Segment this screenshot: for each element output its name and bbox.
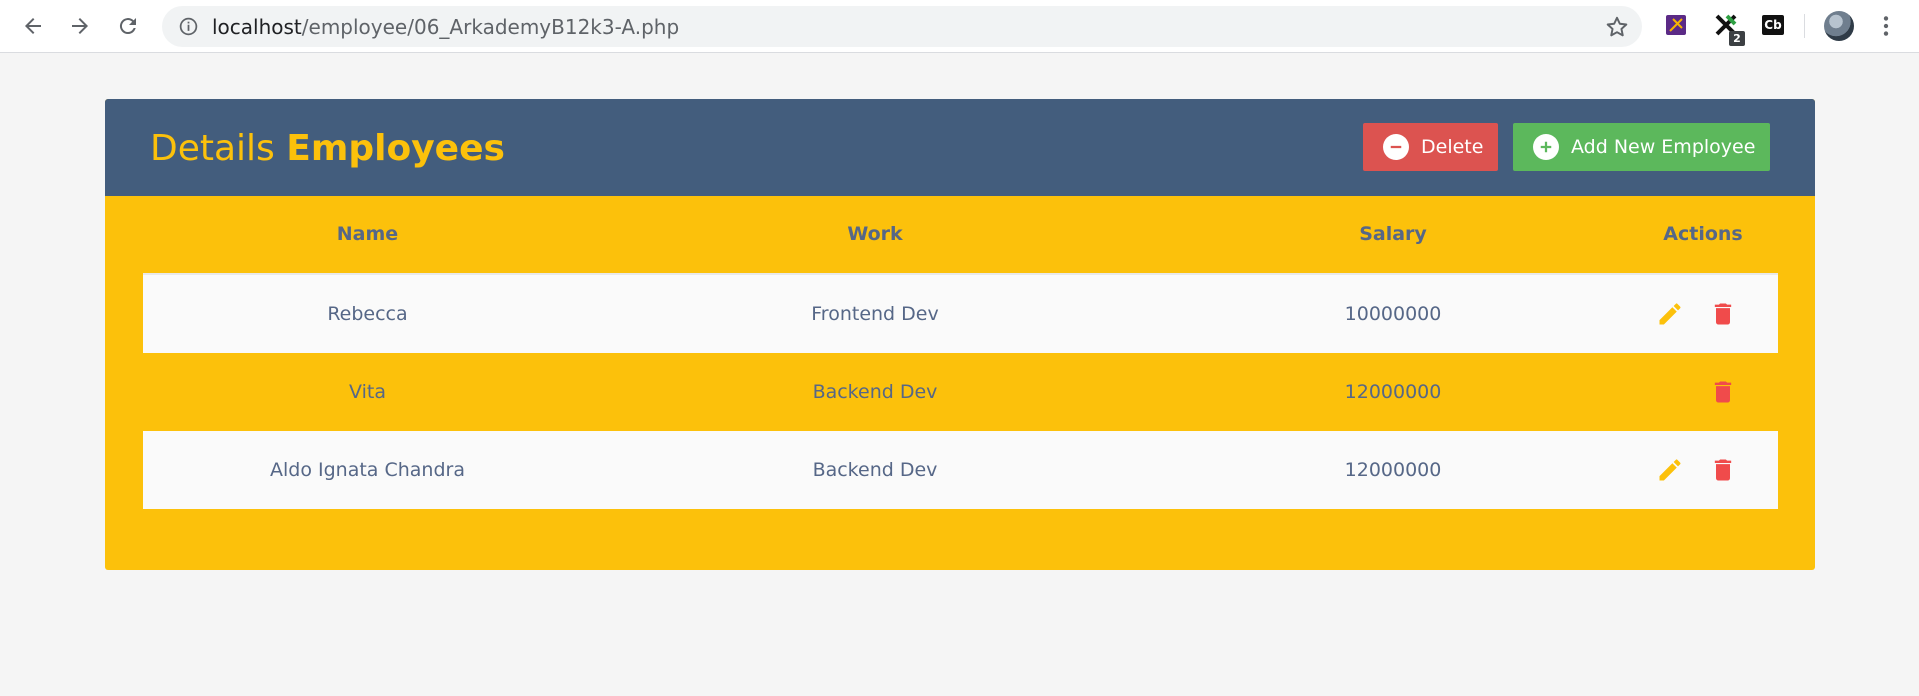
kebab-menu-icon[interactable] — [1873, 12, 1899, 40]
cell-work: Backend Dev — [812, 381, 938, 403]
column-header-name[interactable]: Name — [143, 196, 592, 273]
cell-work: Frontend Dev — [811, 303, 939, 325]
forward-icon[interactable] — [63, 9, 97, 43]
url-host: localhost — [212, 15, 302, 39]
profile-avatar[interactable] — [1824, 11, 1854, 41]
extension-badge: 2 — [1729, 31, 1745, 46]
star-icon[interactable] — [1604, 14, 1630, 40]
column-header-actions: Actions — [1663, 223, 1743, 245]
table-row: Vita Backend Dev 12000000 — [143, 353, 1778, 431]
address-bar[interactable]: localhost/employee/06_ArkademyB12k3-A.ph… — [162, 6, 1642, 47]
pencil-icon[interactable] — [1655, 455, 1685, 485]
url-path: /employee/06_ArkademyB12k3-A.php — [301, 15, 680, 39]
extension-puzzle-icon[interactable] — [1663, 12, 1689, 38]
cell-name: Aldo Ignata Chandra — [270, 459, 465, 481]
extension-x-icon[interactable]: 2 — [1713, 12, 1745, 46]
delete-button-label: Delete — [1421, 136, 1484, 158]
url-text[interactable]: localhost/employee/06_ArkademyB12k3-A.ph… — [212, 16, 679, 38]
page-title: Details Employees — [150, 127, 505, 171]
delete-button[interactable]: Delete — [1363, 123, 1498, 171]
browser-toolbar: localhost/employee/06_ArkademyB12k3-A.ph… — [0, 0, 1919, 53]
cell-salary: 10000000 — [1344, 303, 1442, 325]
table-row: Aldo Ignata Chandra Backend Dev 12000000 — [143, 431, 1778, 509]
cell-salary: 12000000 — [1344, 459, 1442, 481]
trash-icon[interactable] — [1708, 299, 1738, 329]
plus-circle-icon — [1533, 134, 1559, 160]
table-header: Name Work Salary Actions — [143, 196, 1778, 273]
title-light: Details — [150, 128, 275, 169]
extension-cb-icon[interactable]: Cb — [1762, 15, 1784, 35]
pencil-icon[interactable] — [1655, 299, 1685, 329]
column-header-salary[interactable]: Salary — [1158, 196, 1628, 273]
toolbar-divider — [1804, 14, 1805, 38]
reload-icon[interactable] — [111, 9, 145, 43]
add-employee-button-label: Add New Employee — [1571, 136, 1756, 158]
back-icon[interactable] — [16, 9, 50, 43]
trash-icon[interactable] — [1708, 455, 1738, 485]
cell-work: Backend Dev — [812, 459, 938, 481]
employees-panel: Details Employees Delete Add New Employe… — [105, 99, 1815, 570]
panel-header: Details Employees Delete Add New Employe… — [105, 99, 1815, 196]
minus-circle-icon — [1383, 134, 1409, 160]
trash-icon[interactable] — [1708, 377, 1738, 407]
add-employee-button[interactable]: Add New Employee — [1513, 123, 1770, 171]
column-header-work[interactable]: Work — [592, 196, 1158, 273]
info-icon[interactable] — [178, 16, 199, 37]
table-row: Rebecca Frontend Dev 10000000 — [143, 275, 1778, 353]
cell-name: Rebecca — [327, 303, 408, 325]
cell-salary: 12000000 — [1344, 381, 1442, 403]
title-bold: Employees — [286, 128, 505, 169]
cell-name: Vita — [349, 381, 386, 403]
